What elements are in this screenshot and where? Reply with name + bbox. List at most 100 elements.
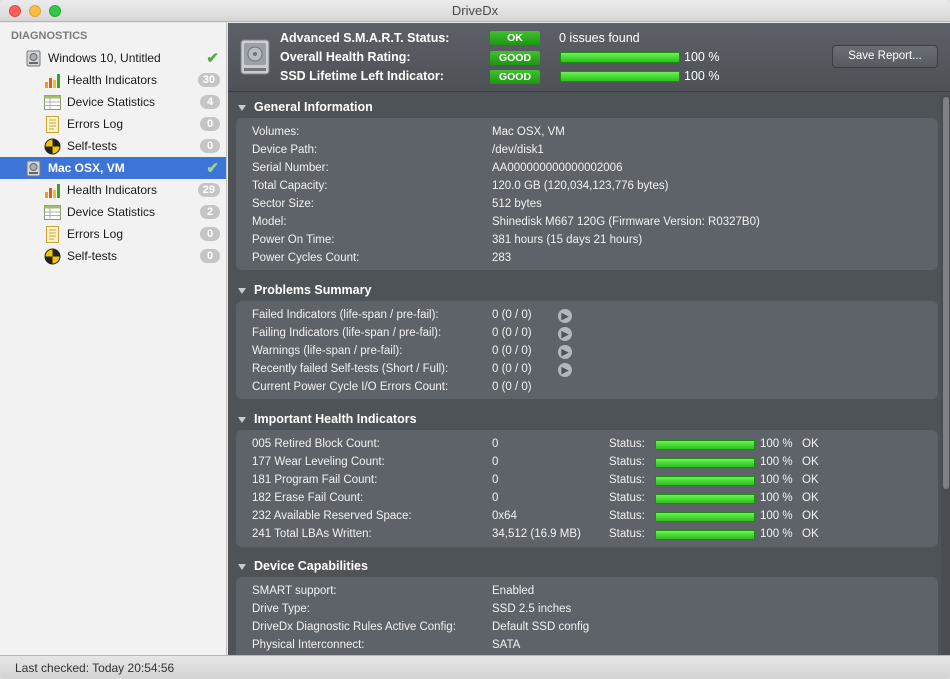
info-value: 0 (0 / 0)	[492, 345, 532, 357]
count-badge: 0	[200, 249, 220, 263]
health-rating-badge: GOOD	[490, 51, 540, 65]
info-value: SSD 2.5 inches	[492, 603, 572, 615]
info-label: 005 Retired Block Count:	[252, 438, 380, 450]
info-label: Sector Size:	[252, 198, 314, 210]
info-value: 120.0 GB (120,034,123,776 bytes)	[492, 180, 669, 192]
info-value: AA000000000000002006	[492, 162, 623, 174]
info-label: Total Capacity:	[252, 180, 328, 192]
sidebar-item[interactable]: Health Indicators 30	[0, 69, 226, 91]
capabilities-collapse-triangle-icon[interactable]	[238, 564, 246, 570]
count-badge: 0	[200, 117, 220, 131]
info-value: 0	[492, 474, 499, 486]
sidebar-drive-row[interactable]: Mac OSX, VM ✔	[0, 157, 226, 179]
info-value: 283	[492, 252, 512, 264]
window-title: DriveDx	[451, 3, 499, 18]
health-indicators-icon	[44, 72, 61, 89]
sidebar-item-label: Device Statistics	[67, 205, 156, 219]
status-bar-fill	[655, 476, 755, 486]
zoom-window-button[interactable]	[49, 5, 61, 17]
info-label: SMART support:	[252, 585, 337, 597]
info-value: /dev/disk1	[492, 144, 544, 156]
details-arrow-icon[interactable]: ▶	[558, 309, 572, 323]
info-label: Failing Indicators (life-span / pre-fail…	[252, 327, 442, 339]
info-value: 0	[492, 438, 499, 450]
info-value: Mac OSX, VM	[492, 126, 565, 138]
count-badge: 0	[200, 139, 220, 153]
status-label: Status:	[609, 492, 645, 504]
info-label: Failed Indicators (life-span / pre-fail)…	[252, 309, 439, 321]
sidebar-item-label: Health Indicators	[67, 183, 158, 197]
device-capabilities-title[interactable]: Device Capabilities	[254, 559, 368, 573]
sidebar-drive-label: Mac OSX, VM	[48, 161, 125, 175]
info-label: Device Path:	[252, 144, 318, 156]
sidebar-item-label: Self-tests	[67, 249, 118, 263]
health-indicators-title[interactable]: Important Health Indicators	[254, 412, 417, 426]
status-percent: 100 %	[760, 438, 793, 450]
health-rating-bar	[560, 52, 680, 63]
sidebar-item[interactable]: Health Indicators 29	[0, 179, 226, 201]
app-window: DriveDx DIAGNOSTICS Windows 10, Untitled…	[0, 0, 950, 679]
last-checked-text: Last checked: Today 20:54:56	[15, 661, 175, 675]
self-tests-icon	[44, 248, 61, 265]
info-label: 182 Erase Fail Count:	[252, 492, 364, 504]
drive-ok-check-icon: ✔	[206, 160, 219, 177]
close-window-button[interactable]	[9, 5, 21, 17]
drive-ok-check-icon: ✔	[206, 50, 219, 67]
problems-collapse-triangle-icon[interactable]	[238, 288, 246, 294]
indicators-collapse-triangle-icon[interactable]	[238, 417, 246, 423]
info-label: Warnings (life-span / pre-fail):	[252, 345, 403, 357]
sidebar-item[interactable]: Self-tests 0	[0, 135, 226, 157]
sidebar-item[interactable]: Errors Log 0	[0, 113, 226, 135]
info-value: Shinedisk M667 120G (Firmware Version: R…	[492, 216, 760, 228]
info-label: Physical Interconnect:	[252, 639, 365, 651]
details-arrow-icon[interactable]: ▶	[558, 327, 572, 341]
status-label: Status:	[609, 510, 645, 522]
health-indicators-icon	[44, 182, 61, 199]
info-value: Enabled	[492, 585, 535, 597]
info-value: 0 (0 / 0)	[492, 363, 532, 375]
info-label: 177 Wear Leveling Count:	[252, 456, 385, 468]
status-ok: OK	[802, 438, 819, 450]
info-label: Serial Number:	[252, 162, 329, 174]
info-value: 34,512 (16.9 MB)	[492, 528, 581, 540]
status-bar-fill	[655, 458, 755, 468]
self-tests-icon	[44, 138, 61, 155]
info-value: 0	[492, 456, 499, 468]
details-arrow-icon[interactable]: ▶	[558, 345, 572, 359]
ssd-lifetime-percent: 100 %	[684, 69, 720, 83]
status-bar: Last checked: Today 20:54:56	[0, 655, 950, 679]
info-value: 0 (0 / 0)	[492, 381, 532, 393]
sidebar-item[interactable]: Device Statistics 2	[0, 201, 226, 223]
info-label: Recently failed Self-tests (Short / Full…	[252, 363, 449, 375]
hard-drive-icon	[240, 39, 270, 75]
sidebar-item[interactable]: Errors Log 0	[0, 223, 226, 245]
errors-log-icon	[44, 116, 61, 133]
general-collapse-triangle-icon[interactable]	[238, 105, 246, 111]
info-value: 512 bytes	[492, 198, 542, 210]
health-indicators-panel: 005 Retired Block Count: 0 Status: 100 % OK 1…	[236, 430, 938, 547]
health-rating-label: Overall Health Rating:	[280, 50, 411, 64]
status-ok: OK	[802, 492, 819, 504]
status-label: Status:	[609, 438, 645, 450]
sidebar-item-label: Self-tests	[67, 139, 118, 153]
sidebar-item[interactable]: Self-tests 0	[0, 245, 226, 267]
count-badge: 4	[200, 95, 220, 109]
main-panel: Advanced S.M.A.R.T. Status: OK 0 issues …	[228, 23, 950, 655]
info-value: SATA	[492, 639, 521, 651]
sidebar-item[interactable]: Device Statistics 4	[0, 91, 226, 113]
minimize-window-button[interactable]	[29, 5, 41, 17]
info-label: Power On Time:	[252, 234, 335, 246]
save-report-button[interactable]: Save Report...	[832, 45, 938, 68]
status-ok: OK	[802, 528, 819, 540]
info-value: 0x64	[492, 510, 517, 522]
sidebar: DIAGNOSTICS Windows 10, Untitled ✔ Health …	[0, 23, 227, 655]
problems-summary-title[interactable]: Problems Summary	[254, 283, 371, 297]
sidebar-item-label: Errors Log	[67, 227, 124, 241]
details-arrow-icon[interactable]: ▶	[558, 363, 572, 377]
status-label: Status:	[609, 456, 645, 468]
ssd-lifetime-badge: GOOD	[490, 70, 540, 84]
ssd-lifetime-bar	[560, 71, 680, 82]
sidebar-drive-row[interactable]: Windows 10, Untitled ✔	[0, 47, 226, 69]
scrollbar-thumb[interactable]	[943, 97, 949, 489]
general-info-title[interactable]: General Information	[254, 100, 373, 114]
